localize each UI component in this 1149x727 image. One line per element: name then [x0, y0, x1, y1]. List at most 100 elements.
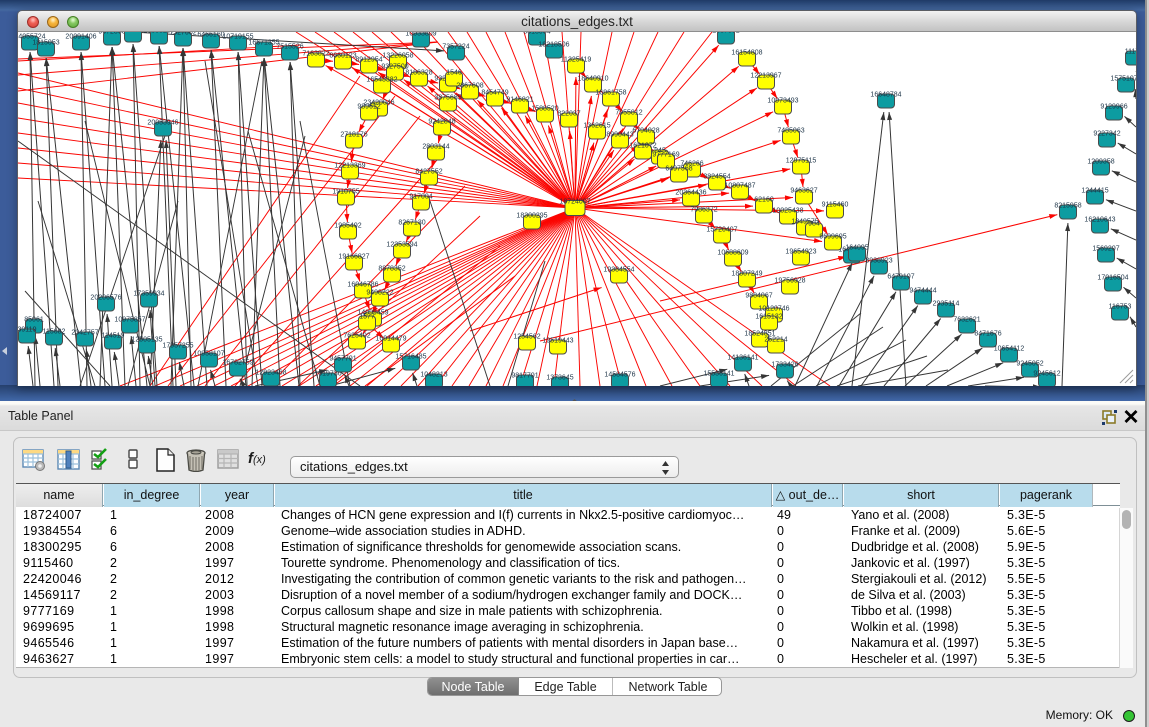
svg-text:7955812: 7955812 [615, 110, 642, 117]
svg-text:19166827: 19166827 [338, 254, 369, 261]
svg-text:12975115: 12975115 [786, 158, 817, 165]
svg-text:9146821: 9146821 [506, 97, 533, 104]
svg-text:17957255: 17957255 [162, 343, 193, 350]
svg-text:20364436: 20364436 [675, 190, 706, 197]
svg-text:18300295: 18300295 [516, 213, 547, 220]
svg-text:9884067: 9884067 [745, 293, 772, 300]
svg-text:252214: 252214 [764, 337, 787, 344]
svg-text:7986372: 7986372 [690, 207, 717, 214]
svg-text:1546: 1546 [446, 70, 462, 77]
svg-text:19756928: 19756928 [774, 278, 805, 285]
svg-text:115682: 115682 [43, 329, 66, 336]
svg-text:8267130: 8267130 [398, 220, 425, 227]
svg-text:15536141: 15536141 [703, 371, 734, 378]
svg-text:39119: 39119 [18, 327, 37, 334]
svg-text:6794028: 6794028 [632, 128, 659, 135]
svg-text:16154808: 16154808 [731, 50, 762, 57]
svg-text:18807249: 18807249 [731, 271, 762, 278]
svg-text:8990443: 8990443 [606, 132, 633, 139]
svg-text:6479197: 6479197 [887, 274, 914, 281]
svg-text:16782759: 16782759 [222, 360, 253, 367]
svg-text:14136141: 14136141 [727, 355, 758, 362]
svg-text:2803144: 2803144 [422, 144, 449, 151]
svg-text:10025438: 10025438 [772, 208, 803, 215]
svg-text:1048213: 1048213 [420, 372, 447, 379]
svg-text:1910755: 1910755 [332, 189, 359, 196]
svg-text:15751074: 15751074 [1110, 76, 1136, 83]
svg-text:15720407: 15720407 [706, 227, 737, 234]
svg-text:6466160: 6466160 [197, 32, 224, 39]
svg-text:2935114: 2935114 [933, 301, 960, 308]
svg-text:8813054: 8813054 [523, 32, 550, 36]
svg-text:9699695: 9699695 [819, 234, 846, 241]
svg-text:16648784: 16648784 [870, 92, 901, 99]
svg-text:3824554: 3824554 [703, 174, 730, 181]
svg-text:2867608: 2867608 [456, 83, 483, 90]
svg-text:8938923: 8938923 [865, 258, 892, 265]
svg-text:10973493: 10973493 [767, 98, 798, 105]
svg-text:9457791: 9457791 [329, 356, 356, 363]
svg-text:19519443: 19519443 [542, 338, 573, 345]
svg-text:1577: 1577 [359, 314, 375, 321]
svg-text:18640910: 18640910 [577, 76, 608, 83]
svg-text:7632621: 7632621 [953, 317, 980, 324]
svg-text:19654923: 19654923 [785, 249, 816, 256]
svg-text:10807487: 10807487 [724, 183, 755, 190]
svg-text:10975857: 10975857 [114, 317, 145, 324]
svg-text:9672363: 9672363 [98, 32, 125, 36]
svg-text:1588520: 1588520 [531, 106, 558, 113]
svg-text:12213369: 12213369 [334, 163, 365, 170]
svg-text:10120746: 10120746 [758, 306, 789, 313]
svg-text:12353594: 12353594 [386, 242, 417, 249]
svg-text:10654112: 10654112 [994, 346, 1025, 353]
svg-text:8215958: 8215958 [1054, 203, 1081, 210]
svg-text:16961758: 16961758 [595, 90, 626, 97]
svg-text:20206576: 20206576 [90, 295, 121, 302]
svg-text:7625402: 7625402 [343, 333, 370, 340]
svg-text:12213967: 12213967 [750, 73, 781, 80]
svg-text:14584576: 14584576 [604, 372, 635, 379]
svg-text:9474444: 9474444 [909, 288, 936, 295]
svg-text:19218506: 19218506 [538, 42, 569, 49]
svg-text:2342757: 2342757 [71, 330, 98, 337]
svg-text:9245052: 9245052 [1016, 361, 1043, 368]
svg-text:11173: 11173 [1125, 49, 1136, 56]
svg-text:2087682: 2087682 [712, 32, 739, 35]
svg-text:164095: 164095 [845, 245, 868, 252]
svg-text:8471676: 8471676 [974, 331, 1001, 338]
svg-text:11325419: 11325419 [561, 57, 592, 64]
svg-text:1244415: 1244415 [1081, 188, 1108, 195]
svg-text:822037: 822037 [557, 111, 580, 118]
svg-text:8186328: 8186328 [405, 70, 432, 77]
svg-text:8454749: 8454749 [481, 90, 508, 97]
svg-text:1209358: 1209358 [1087, 159, 1114, 166]
svg-text:16543382: 16543382 [366, 77, 397, 84]
svg-text:9242848: 9242848 [428, 119, 455, 126]
svg-text:2718176: 2718176 [340, 132, 367, 139]
svg-text:7485063: 7485063 [777, 128, 804, 135]
svg-text:9129966: 9129966 [1100, 104, 1127, 111]
svg-text:17359934: 17359934 [133, 291, 164, 298]
svg-text:9817791: 9817791 [511, 373, 538, 380]
svg-text:9245612: 9245612 [1033, 371, 1060, 378]
svg-text:3875685: 3875685 [434, 95, 461, 102]
svg-text:12505135: 12505135 [131, 337, 162, 344]
svg-text:9227342: 9227342 [1093, 131, 1120, 138]
svg-text:20091406: 20091406 [65, 34, 96, 41]
svg-text:9463627: 9463627 [790, 188, 817, 195]
svg-text:1373645: 1373645 [546, 375, 573, 382]
svg-text:8878352: 8878352 [378, 266, 405, 273]
svg-text:1815053: 1815053 [32, 40, 59, 47]
svg-text:16046786: 16046786 [347, 282, 378, 289]
svg-text:16210643: 16210643 [1084, 217, 1115, 224]
svg-text:12923468: 12923468 [255, 370, 286, 377]
svg-text:1985492: 1985492 [334, 223, 361, 230]
svg-text:1362615: 1362615 [583, 123, 610, 130]
svg-text:989612: 989612 [357, 104, 380, 111]
svg-text:1527602: 1527602 [169, 32, 196, 37]
svg-text:8660123: 8660123 [329, 53, 356, 60]
svg-text:16671355: 16671355 [248, 40, 279, 47]
svg-text:116753: 116753 [1109, 304, 1132, 311]
svg-text:9115460: 9115460 [822, 202, 849, 209]
svg-text:85061: 85061 [24, 317, 44, 324]
